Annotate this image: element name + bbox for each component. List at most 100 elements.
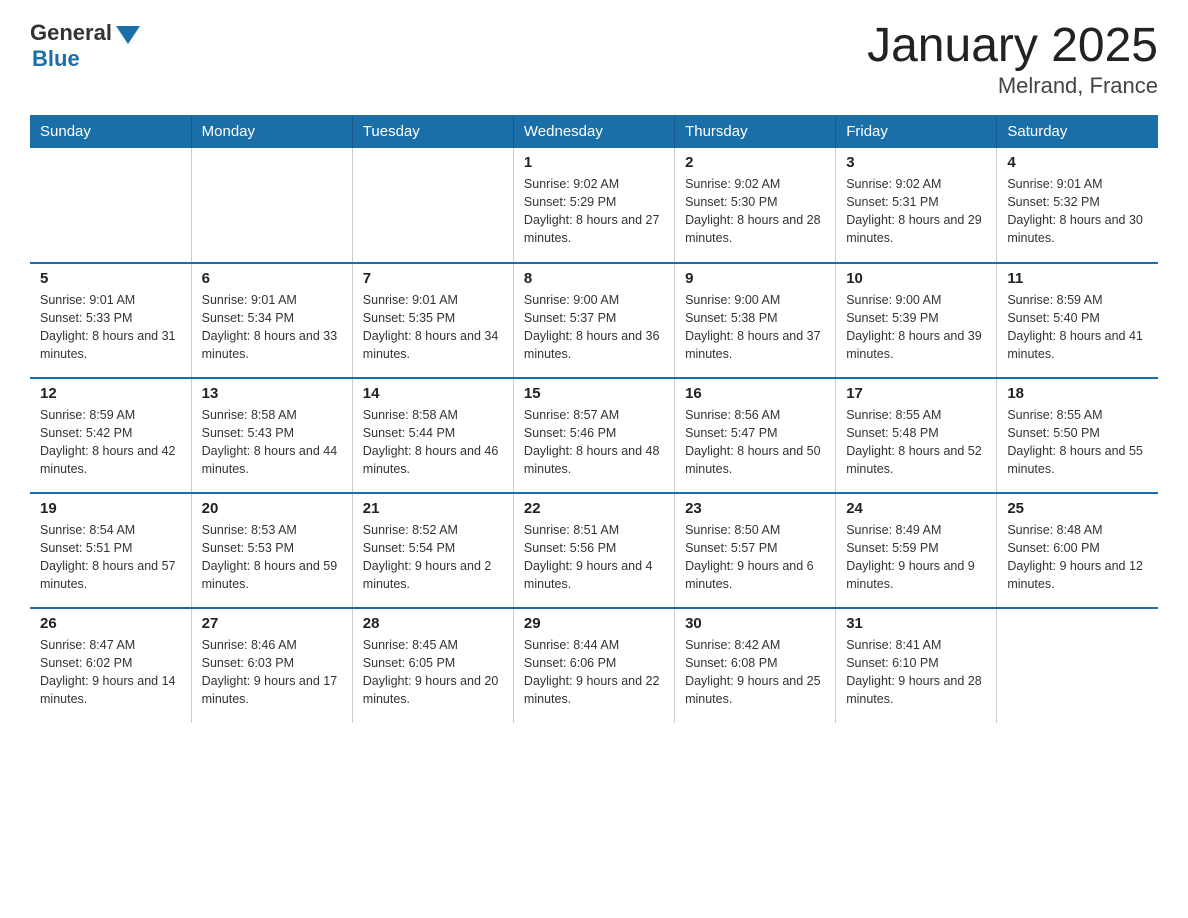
calendar-cell <box>352 148 513 263</box>
day-number: 8 <box>524 270 664 287</box>
day-number: 30 <box>685 615 825 632</box>
day-number: 13 <box>202 385 342 402</box>
day-number: 10 <box>846 270 986 287</box>
day-number: 22 <box>524 500 664 517</box>
day-info: Sunrise: 9:01 AM Sunset: 5:34 PM Dayligh… <box>202 291 342 364</box>
day-number: 3 <box>846 154 986 171</box>
day-number: 1 <box>524 154 664 171</box>
calendar-week-row: 1 Sunrise: 9:02 AM Sunset: 5:29 PM Daylig… <box>30 148 1158 263</box>
day-info: Sunrise: 8:59 AM Sunset: 5:40 PM Dayligh… <box>1007 291 1148 364</box>
day-info: Sunrise: 9:02 AM Sunset: 5:31 PM Dayligh… <box>846 175 986 248</box>
day-info: Sunrise: 9:01 AM Sunset: 5:33 PM Dayligh… <box>40 291 181 364</box>
day-info: Sunrise: 8:50 AM Sunset: 5:57 PM Dayligh… <box>685 521 825 594</box>
day-number: 9 <box>685 270 825 287</box>
day-header-thursday: Thursday <box>675 115 836 148</box>
calendar-cell: 26 Sunrise: 8:47 AM Sunset: 6:02 PM Dayli… <box>30 608 191 723</box>
day-info: Sunrise: 9:00 AM Sunset: 5:39 PM Dayligh… <box>846 291 986 364</box>
calendar-cell: 5Sunrise: 9:01 AM Sunset: 5:33 PM Daylig… <box>30 263 191 378</box>
calendar-cell: 19Sunrise: 8:54 AM Sunset: 5:51 PM Dayli… <box>30 493 191 608</box>
calendar-cell: 3 Sunrise: 9:02 AM Sunset: 5:31 PM Daylig… <box>836 148 997 263</box>
calendar-cell: 30Sunrise: 8:42 AM Sunset: 6:08 PM Dayli… <box>675 608 836 723</box>
day-header-sunday: Sunday <box>30 115 191 148</box>
day-info: Sunrise: 8:58 AM Sunset: 5:43 PM Dayligh… <box>202 406 342 479</box>
title-block: January 2025 Melrand, France <box>867 20 1158 99</box>
day-info: Sunrise: 8:47 AM Sunset: 6:02 PM Dayligh… <box>40 636 181 709</box>
calendar-week-row: 19Sunrise: 8:54 AM Sunset: 5:51 PM Dayli… <box>30 493 1158 608</box>
day-header-friday: Friday <box>836 115 997 148</box>
day-number: 18 <box>1007 385 1148 402</box>
page-subtitle: Melrand, France <box>867 73 1158 99</box>
day-header-tuesday: Tuesday <box>352 115 513 148</box>
logo-triangle-icon <box>116 26 140 44</box>
day-number: 14 <box>363 385 503 402</box>
calendar-cell: 9 Sunrise: 9:00 AM Sunset: 5:38 PM Daylig… <box>675 263 836 378</box>
page-header: General Blue January 2025 Melrand, Franc… <box>30 20 1158 99</box>
calendar-week-row: 12 Sunrise: 8:59 AM Sunset: 5:42 PM Dayli… <box>30 378 1158 493</box>
day-info: Sunrise: 8:59 AM Sunset: 5:42 PM Dayligh… <box>40 406 181 479</box>
calendar-cell: 10 Sunrise: 9:00 AM Sunset: 5:39 PM Dayli… <box>836 263 997 378</box>
calendar-cell: 29 Sunrise: 8:44 AM Sunset: 6:06 PM Dayli… <box>513 608 674 723</box>
day-number: 7 <box>363 270 503 287</box>
day-info: Sunrise: 9:00 AM Sunset: 5:38 PM Dayligh… <box>685 291 825 364</box>
day-info: Sunrise: 8:53 AM Sunset: 5:53 PM Dayligh… <box>202 521 342 594</box>
day-info: Sunrise: 8:48 AM Sunset: 6:00 PM Dayligh… <box>1007 521 1148 594</box>
day-number: 17 <box>846 385 986 402</box>
day-info: Sunrise: 8:58 AM Sunset: 5:44 PM Dayligh… <box>363 406 503 479</box>
calendar-week-row: 5Sunrise: 9:01 AM Sunset: 5:33 PM Daylig… <box>30 263 1158 378</box>
calendar-cell: 15 Sunrise: 8:57 AM Sunset: 5:46 PM Dayli… <box>513 378 674 493</box>
day-number: 27 <box>202 615 342 632</box>
day-number: 6 <box>202 270 342 287</box>
day-number: 20 <box>202 500 342 517</box>
day-number: 31 <box>846 615 986 632</box>
day-number: 15 <box>524 385 664 402</box>
day-number: 29 <box>524 615 664 632</box>
calendar-cell: 27Sunrise: 8:46 AM Sunset: 6:03 PM Dayli… <box>191 608 352 723</box>
day-number: 4 <box>1007 154 1148 171</box>
day-number: 23 <box>685 500 825 517</box>
day-info: Sunrise: 9:01 AM Sunset: 5:35 PM Dayligh… <box>363 291 503 364</box>
day-info: Sunrise: 8:57 AM Sunset: 5:46 PM Dayligh… <box>524 406 664 479</box>
day-header-wednesday: Wednesday <box>513 115 674 148</box>
day-info: Sunrise: 8:41 AM Sunset: 6:10 PM Dayligh… <box>846 636 986 709</box>
calendar-cell: 31 Sunrise: 8:41 AM Sunset: 6:10 PM Dayli… <box>836 608 997 723</box>
day-number: 16 <box>685 385 825 402</box>
logo: General Blue <box>30 20 140 72</box>
calendar-cell: 21Sunrise: 8:52 AM Sunset: 5:54 PM Dayli… <box>352 493 513 608</box>
day-number: 24 <box>846 500 986 517</box>
calendar-cell <box>30 148 191 263</box>
calendar-cell: 28Sunrise: 8:45 AM Sunset: 6:05 PM Dayli… <box>352 608 513 723</box>
day-number: 25 <box>1007 500 1148 517</box>
page-title: January 2025 <box>867 20 1158 73</box>
calendar-cell: 17 Sunrise: 8:55 AM Sunset: 5:48 PM Dayli… <box>836 378 997 493</box>
day-info: Sunrise: 8:51 AM Sunset: 5:56 PM Dayligh… <box>524 521 664 594</box>
day-info: Sunrise: 8:55 AM Sunset: 5:50 PM Dayligh… <box>1007 406 1148 479</box>
day-number: 12 <box>40 385 181 402</box>
day-number: 26 <box>40 615 181 632</box>
calendar-cell: 7 Sunrise: 9:01 AM Sunset: 5:35 PM Daylig… <box>352 263 513 378</box>
day-info: Sunrise: 9:02 AM Sunset: 5:29 PM Dayligh… <box>524 175 664 248</box>
calendar-cell: 4 Sunrise: 9:01 AM Sunset: 5:32 PM Daylig… <box>997 148 1158 263</box>
day-info: Sunrise: 9:00 AM Sunset: 5:37 PM Dayligh… <box>524 291 664 364</box>
calendar-table: SundayMondayTuesdayWednesdayThursdayFrid… <box>30 115 1158 723</box>
calendar-cell: 18 Sunrise: 8:55 AM Sunset: 5:50 PM Dayli… <box>997 378 1158 493</box>
day-number: 2 <box>685 154 825 171</box>
day-info: Sunrise: 8:56 AM Sunset: 5:47 PM Dayligh… <box>685 406 825 479</box>
calendar-cell: 16 Sunrise: 8:56 AM Sunset: 5:47 PM Dayli… <box>675 378 836 493</box>
day-header-saturday: Saturday <box>997 115 1158 148</box>
calendar-cell: 13 Sunrise: 8:58 AM Sunset: 5:43 PM Dayli… <box>191 378 352 493</box>
day-number: 11 <box>1007 270 1148 287</box>
calendar-cell: 1 Sunrise: 9:02 AM Sunset: 5:29 PM Daylig… <box>513 148 674 263</box>
day-number: 28 <box>363 615 503 632</box>
calendar-cell: 8 Sunrise: 9:00 AM Sunset: 5:37 PM Daylig… <box>513 263 674 378</box>
day-info: Sunrise: 9:02 AM Sunset: 5:30 PM Dayligh… <box>685 175 825 248</box>
day-info: Sunrise: 8:44 AM Sunset: 6:06 PM Dayligh… <box>524 636 664 709</box>
day-info: Sunrise: 8:52 AM Sunset: 5:54 PM Dayligh… <box>363 521 503 594</box>
day-info: Sunrise: 9:01 AM Sunset: 5:32 PM Dayligh… <box>1007 175 1148 248</box>
day-info: Sunrise: 8:54 AM Sunset: 5:51 PM Dayligh… <box>40 521 181 594</box>
calendar-cell: 24Sunrise: 8:49 AM Sunset: 5:59 PM Dayli… <box>836 493 997 608</box>
day-header-monday: Monday <box>191 115 352 148</box>
logo-blue-text: Blue <box>32 46 80 72</box>
calendar-cell: 25 Sunrise: 8:48 AM Sunset: 6:00 PM Dayli… <box>997 493 1158 608</box>
day-info: Sunrise: 8:55 AM Sunset: 5:48 PM Dayligh… <box>846 406 986 479</box>
calendar-header-row: SundayMondayTuesdayWednesdayThursdayFrid… <box>30 115 1158 148</box>
